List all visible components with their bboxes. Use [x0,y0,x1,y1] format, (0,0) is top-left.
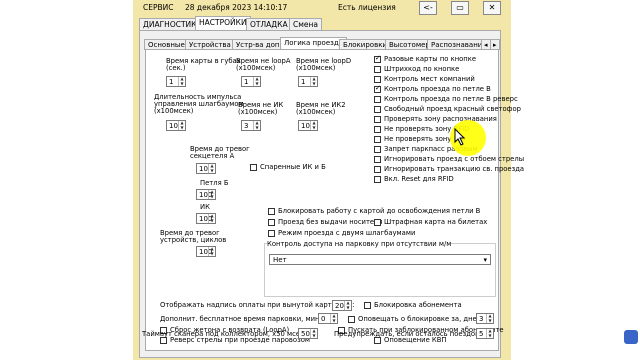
tab-settings[interactable]: НАСТРОЙКИ [195,16,251,31]
option-label: Контроль проезда по петле В [384,85,491,93]
no-loopd-label: Время не loopD (x100мсек) [296,57,352,72]
block-sub-label: Блокировка абонемента [374,301,462,309]
payment-label: Отображать надпись оплаты при вынутой ка… [160,301,355,309]
no-loopa-label: Время не loopA (x100мсек) [236,57,291,72]
kvp-checkbox[interactable] [374,337,381,344]
option-label: Свободный проезд красный светофор [384,105,521,113]
option-checkbox[interactable] [374,106,381,113]
no-carrier-label: Проезд без выдачи носителя [278,218,383,226]
notify-block-checkbox[interactable] [348,316,355,323]
option-label: Штрихкод по кнопке [384,65,460,73]
ustr-label: Время до тревог устройств, циклов [160,229,227,244]
option-checkbox[interactable] [374,126,381,133]
free-time-input[interactable]: 0 ▲ ▼ [318,313,338,324]
notify-block-label: Оповещать о блокировке за, дней: [358,315,484,323]
back-button[interactable]: <- [419,1,437,15]
option-checkbox[interactable] [374,66,381,73]
no-loopd-input[interactable]: 1 ▲ ▼ [298,76,318,87]
warn-input[interactable]: 5 ▲ ▼ [476,328,494,339]
no-carrier-checkbox[interactable] [268,219,275,226]
no-loopa-input[interactable]: 1 ▲ ▼ [241,76,261,87]
two-barrier-checkbox[interactable] [268,230,275,237]
option-checkbox[interactable] [374,76,381,83]
option-label: Проверять зону распознавания [384,115,497,123]
notify-days-input[interactable]: 3 ▲ ▼ [476,313,494,324]
option-label: Контроль мест компаний [384,75,475,83]
settings-content: Основные Устройства Устр-ва доп. Логика … [139,30,524,358]
datetime: 28 декабря 2023 14:10:17 [185,3,288,12]
reverse-checkbox[interactable] [160,337,167,344]
close-button[interactable]: ✕ [483,1,501,15]
title-bar: СЕРВИС 28 декабря 2023 14:10:17 Есть лиц… [133,0,511,15]
option-checkbox[interactable] [374,166,381,173]
penalty-card-checkbox[interactable] [374,219,381,226]
option-label: Игнорировать проезд с отбоем стрелы [384,155,525,163]
block-card-label: Блокировать работу с картой до освобожде… [278,207,481,215]
scanner-input[interactable]: 50 ▲ ▼ [298,328,318,339]
option-label: Разовые карты по кнопке [384,55,477,63]
mouse-pointer-icon [454,128,466,146]
option-checkbox[interactable] [374,84,381,93]
option-checkbox[interactable] [374,116,381,123]
option-checkbox[interactable] [374,96,381,103]
option-checkbox[interactable] [374,136,381,143]
paired-ik-label: Спаренные ИК и Б [260,163,326,171]
card-time-label: Время карты в губах (сек.) [166,57,241,72]
option-checkbox[interactable] [374,156,381,163]
option-checkbox[interactable] [374,146,381,153]
no-ik2-input[interactable]: 10 ▲ ▼ [298,120,318,131]
settings-window: СЕРВИС 28 декабря 2023 14:10:17 Есть лиц… [133,0,524,360]
option-label: Игнорировать транзакцию св. проезда [384,165,525,173]
app-logo-icon [624,330,638,344]
option-label: Вкл. Reset для RFID [384,175,454,183]
pulse-label: Длительность импульса управления шлагбау… [154,93,244,115]
penalty-card-label: Штрафная карта на билетах [384,218,488,226]
no-ik2-label: Время не ИК2 (x100мсек) [296,101,346,116]
paired-ik-checkbox[interactable] [250,164,257,171]
two-barrier-label: Режим проезда с двумя шлагбаумами [278,229,416,237]
free-time-label: Дополнит. бесплатное время парковки, мин… [160,315,322,323]
access-control-title: Контроль доступа на парковку при отсутст… [267,240,452,248]
access-control-select[interactable]: Нет ▾ [269,254,491,265]
sekcel-input[interactable]: 10 ▲ ▼ [196,163,216,174]
no-ik-label: Время не ИК (x100мсек) [238,101,284,116]
license-status: Есть лицензия [338,3,396,12]
block-sub-checkbox[interactable] [364,302,371,309]
scanner-label: Таймаут сканера под коллектором, х50 мсе… [142,330,307,338]
access-control-group: Контроль доступа на парковку при отсутст… [264,240,496,297]
no-ik-input[interactable]: 3 ▲ ▼ [241,120,261,131]
payment-input[interactable]: 20 ▲ ▼ [332,300,352,311]
chevron-down-icon: ▾ [483,256,487,264]
minimize-button[interactable]: ▭ [451,1,469,15]
kvp-label: Оповещение КВП [384,336,447,344]
petlya-input[interactable]: 100 ▲ ▼ [196,189,216,200]
ik-label: ИК [200,203,210,211]
warn-label: Предупреждать, если осталось поездок <= [334,330,493,338]
ustr-input[interactable]: 100 ▲ ▼ [196,246,216,257]
option-checkbox[interactable] [374,54,381,63]
sekcel-label: Время до тревог секцетеля А [190,145,250,160]
app-name: СЕРВИС [143,3,174,12]
option-label: Контроль проезда по петле В реверс [384,95,518,103]
block-card-checkbox[interactable] [268,208,275,215]
card-time-input[interactable]: 1 ▲ ▼ [166,76,186,87]
pass-logic-panel: Время карты в губах (сек.) 1 ▲ ▼ Время не … [145,49,524,351]
option-checkbox[interactable] [374,176,381,183]
reverse-label: Реверс стрелы при проезде паровозом [170,336,310,344]
pulse-input[interactable]: 10 ▲ ▼ [166,120,186,131]
petlya-label: Петля Б [200,179,229,187]
ik-input[interactable]: 100 ▲ ▼ [196,213,216,224]
